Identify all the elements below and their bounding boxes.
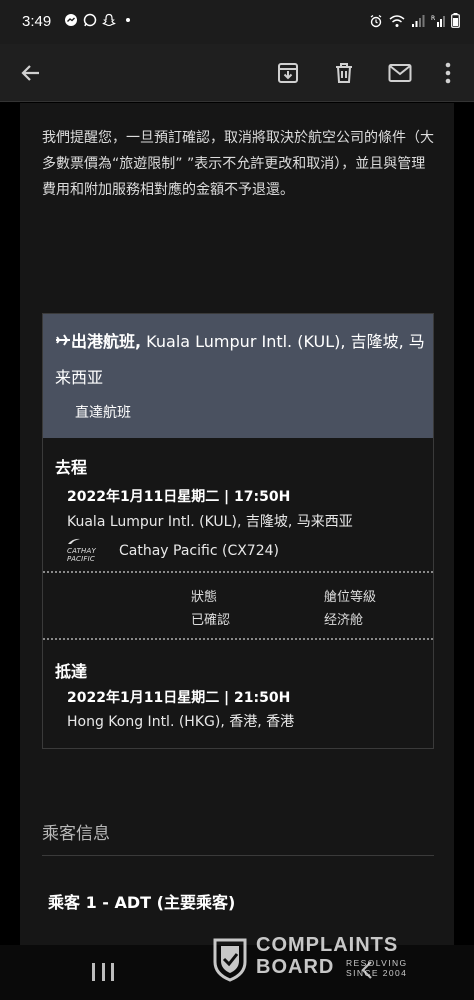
cabin-class-label: 艙位等級 <box>324 590 377 605</box>
departure-label: 去程 <box>55 458 88 477</box>
cathay-pacific-logo: CATHAY PACIFIC <box>67 538 109 563</box>
divider <box>43 571 433 573</box>
cathay-brushwing-icon <box>68 538 80 544</box>
airline-name: Cathay Pacific (CX724) <box>119 542 279 559</box>
arrow-left-icon <box>21 65 39 81</box>
divider <box>43 638 433 640</box>
status-value: 已確認 <box>191 613 231 628</box>
trash-icon <box>336 63 352 83</box>
watermark-tagline: RESOLVING SINCE 2004 <box>346 958 408 978</box>
watermark-tag2: SINCE 2004 <box>346 968 408 978</box>
flight-header: 出港航班, Kuala Lumpur Intl. (KUL), 吉隆坡, 马来西… <box>43 314 433 438</box>
divider <box>42 855 434 856</box>
watermark-line1: COMPLAINTS <box>256 934 399 956</box>
battery-icon <box>451 13 460 28</box>
cathay-pacific-logo-text: CATHAY PACIFIC <box>67 547 96 563</box>
cancellation-notice: 我們提醒您，一旦預訂確認，取消將取決於航空公司的條件（大多數票價為“旅遊限制” … <box>42 130 434 198</box>
arrival-airport: Hong Kong Intl. (HKG), 香港, 香港 <box>67 714 295 730</box>
status-time: 3:49 <box>22 13 52 30</box>
archive-button[interactable] <box>269 54 307 92</box>
svg-text:R: R <box>431 15 435 22</box>
flight-title: 出港航班, Kuala Lumpur Intl. (KUL), 吉隆坡, 马来西… <box>55 324 425 396</box>
snapchat-icon <box>102 13 116 26</box>
signal-icon <box>412 14 425 27</box>
flight-title-bold: 出港航班, <box>71 332 142 351</box>
arrival-label: 抵達 <box>55 662 88 681</box>
system-icons: R <box>369 13 460 28</box>
passenger-name: 乘客 1 - ADT (主要乘客) <box>48 893 236 912</box>
flight-card: 出港航班, Kuala Lumpur Intl. (KUL), 吉隆坡, 马来西… <box>42 313 434 749</box>
whatsapp-icon <box>83 13 97 27</box>
recent-apps-icon <box>92 963 95 981</box>
watermark-tag1: RESOLVING <box>346 958 408 968</box>
recent-apps-icon-bar <box>101 963 105 981</box>
dot-icon <box>126 18 130 22</box>
departure-airport: Kuala Lumpur Intl. (KUL), 吉隆坡, 马来西亚 <box>67 514 353 530</box>
archive-icon <box>278 63 298 83</box>
recent-apps-button[interactable] <box>92 963 114 981</box>
wifi-icon <box>389 14 405 27</box>
status-bar: 3:49 R <box>0 0 474 44</box>
airline-row: CATHAY PACIFIC Cathay Pacific (CX724) <box>67 538 279 563</box>
email-body: 我們提醒您，一旦預訂確認，取消將取決於航空公司的條件（大多數票價為“旅遊限制” … <box>20 103 454 945</box>
app-bar <box>0 44 474 102</box>
complaints-board-watermark: COMPLAINTS BOARD RESOLVING SINCE 2004 <box>212 932 432 988</box>
more-options-button[interactable] <box>429 54 467 92</box>
arrival-datetime: 2022年1月11日星期二 | 21:50H <box>67 690 291 706</box>
departure-datetime: 2022年1月11日星期二 | 17:50H <box>67 489 291 505</box>
direct-flight-label: 直達航班 <box>75 405 131 421</box>
mail-icon <box>388 64 412 82</box>
status-label: 狀態 <box>191 590 218 605</box>
mark-unread-button[interactable] <box>381 54 419 92</box>
watermark-line2: BOARD <box>256 956 335 978</box>
recent-apps-icon-bar <box>111 963 114 981</box>
signal-roaming-icon: R <box>431 15 445 27</box>
messenger-icon <box>65 14 77 26</box>
delete-button[interactable] <box>325 54 363 92</box>
shield-logo-icon <box>213 938 247 982</box>
back-button[interactable] <box>12 54 50 92</box>
passenger-info-header: 乘客信息 <box>42 824 110 844</box>
plane-icon <box>56 334 70 346</box>
alarm-icon <box>370 14 382 27</box>
cabin-class-value: 经济舱 <box>324 613 364 628</box>
more-vert-icon <box>445 62 451 84</box>
notification-icons <box>64 13 135 27</box>
